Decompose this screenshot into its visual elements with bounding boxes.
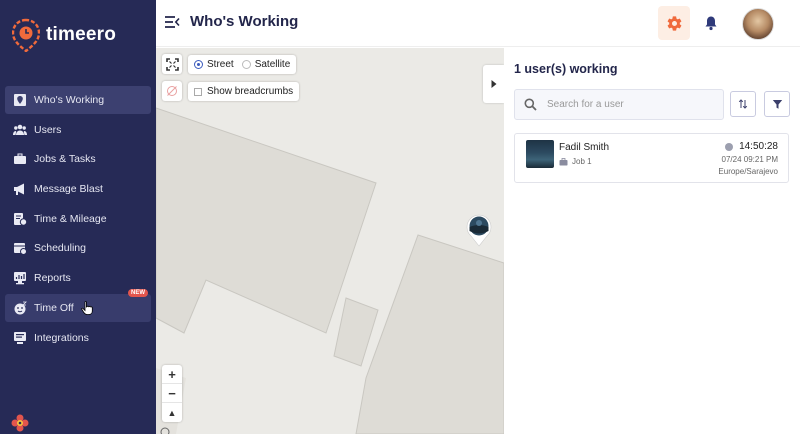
megaphone-icon — [13, 182, 27, 196]
sidebar-item-users[interactable]: Users — [5, 116, 151, 144]
sidebar-nav: Who's Working Users Jobs & Tasks Message… — [5, 86, 151, 353]
sidebar-item-time-off[interactable]: Time Off NEW — [5, 288, 151, 322]
sidebar-item-whos-working[interactable]: Who's Working — [5, 86, 151, 114]
top-bar: Who's Working — [156, 0, 800, 47]
clock-in-time: 07/24 09:21 PM — [721, 155, 778, 164]
work-timer: 14:50:28 — [725, 141, 778, 152]
sort-button[interactable] — [730, 91, 756, 117]
breadcrumbs-checkbox[interactable] — [194, 87, 202, 96]
timezone: Europe/Sarajevo — [718, 167, 778, 176]
map-tiles — [156, 48, 504, 434]
avatar[interactable] — [742, 8, 774, 40]
briefcase-icon — [13, 152, 27, 166]
map-layer-toggle: Street Satellite — [188, 55, 297, 74]
search-input[interactable] — [547, 99, 707, 110]
beach-icon — [13, 301, 27, 315]
breadcrumbs-label: Show breadcrumbs — [207, 86, 294, 97]
calendar-icon — [13, 241, 27, 256]
map-view[interactable]: Street Satellite Show breadcrumbs + − ▲ — [156, 48, 504, 434]
sidebar: timeero Who's Working Users Jobs & Tasks — [0, 0, 156, 434]
layer-option-label: Street — [207, 59, 234, 70]
layer-option-label: Satellite — [254, 59, 291, 70]
bell-icon[interactable] — [703, 15, 719, 31]
filter-icon — [772, 99, 782, 109]
filter-button[interactable] — [764, 91, 790, 117]
chevron-right-icon — [491, 80, 496, 88]
location-off-icon — [167, 86, 177, 96]
sidebar-item-label: Who's Working — [34, 94, 105, 106]
brand-logo[interactable]: timeero — [12, 18, 116, 52]
user-name[interactable]: Fadil Smith — [559, 142, 609, 153]
app-root: timeero Who's Working Users Jobs & Tasks — [0, 0, 800, 434]
radio-satellite[interactable] — [241, 60, 251, 69]
working-users-panel: 1 user(s) working Fadil Smith — [504, 48, 800, 434]
compass-button[interactable]: ▲ — [162, 403, 182, 422]
sidebar-item-label: Jobs & Tasks — [34, 153, 96, 166]
user-search — [514, 89, 724, 120]
user-card[interactable]: Fadil Smith Job 1 14:50:28 07/24 09:21 P… — [514, 133, 789, 183]
menu-collapse-icon[interactable] — [164, 14, 180, 30]
sidebar-item-reports[interactable]: Reports — [5, 264, 151, 292]
page-title: Who's Working — [190, 13, 299, 30]
sidebar-item-label: Time Off — [34, 301, 74, 314]
sidebar-item-message-blast[interactable]: Message Blast — [5, 175, 151, 203]
collapse-panel-button[interactable] — [483, 65, 504, 103]
sidebar-item-label: Reports — [34, 272, 71, 285]
user-location-pin[interactable] — [466, 214, 492, 247]
timer-value: 14:50:28 — [739, 141, 778, 152]
fullscreen-button[interactable] — [162, 54, 182, 74]
radio-street[interactable] — [194, 60, 203, 69]
sidebar-item-jobs-tasks[interactable]: Jobs & Tasks — [5, 145, 151, 173]
job-name: Job 1 — [572, 157, 592, 166]
gear-icon — [667, 15, 681, 31]
flower-icon[interactable] — [11, 414, 29, 432]
map-pin-icon — [13, 93, 27, 107]
location-off-button[interactable] — [162, 81, 182, 101]
hand-cursor-icon — [81, 300, 93, 315]
sidebar-item-label: Time & Mileage — [34, 212, 107, 225]
user-photo — [526, 140, 554, 168]
fullscreen-icon — [165, 57, 179, 71]
zoom-out-button[interactable]: − — [162, 384, 182, 403]
sort-icon — [738, 99, 748, 109]
sidebar-item-time-mileage[interactable]: Time & Mileage — [5, 205, 151, 233]
settings-button[interactable] — [658, 6, 690, 40]
panel-title: 1 user(s) working — [514, 62, 618, 76]
layer-option-street[interactable]: Street — [194, 59, 234, 70]
integrations-icon — [13, 331, 27, 345]
zoom-controls: + − ▲ — [162, 365, 182, 422]
timeero-logo-icon — [12, 18, 40, 52]
sidebar-item-label: Scheduling — [34, 242, 86, 255]
show-breadcrumbs-toggle[interactable]: Show breadcrumbs — [188, 82, 300, 101]
sidebar-item-integrations[interactable]: Integrations — [5, 324, 151, 352]
brand-name: timeero — [46, 24, 117, 45]
status-dot-icon — [725, 142, 734, 151]
reports-icon — [13, 271, 27, 285]
user-job: Job 1 — [559, 157, 592, 166]
zoom-in-button[interactable]: + — [162, 365, 182, 384]
search-icon — [524, 98, 537, 111]
sidebar-item-scheduling[interactable]: Scheduling — [5, 234, 151, 262]
mapbox-icon — [160, 427, 170, 434]
sidebar-item-label: Message Blast — [34, 183, 103, 196]
new-badge: NEW — [128, 288, 148, 297]
sidebar-item-label: Users — [34, 123, 62, 136]
layer-option-satellite[interactable]: Satellite — [241, 59, 291, 70]
briefcase-icon — [559, 157, 568, 165]
timesheet-icon — [13, 212, 27, 226]
users-icon — [13, 123, 27, 137]
map-attribution-logo — [160, 427, 200, 434]
sidebar-item-label: Integrations — [34, 331, 89, 344]
